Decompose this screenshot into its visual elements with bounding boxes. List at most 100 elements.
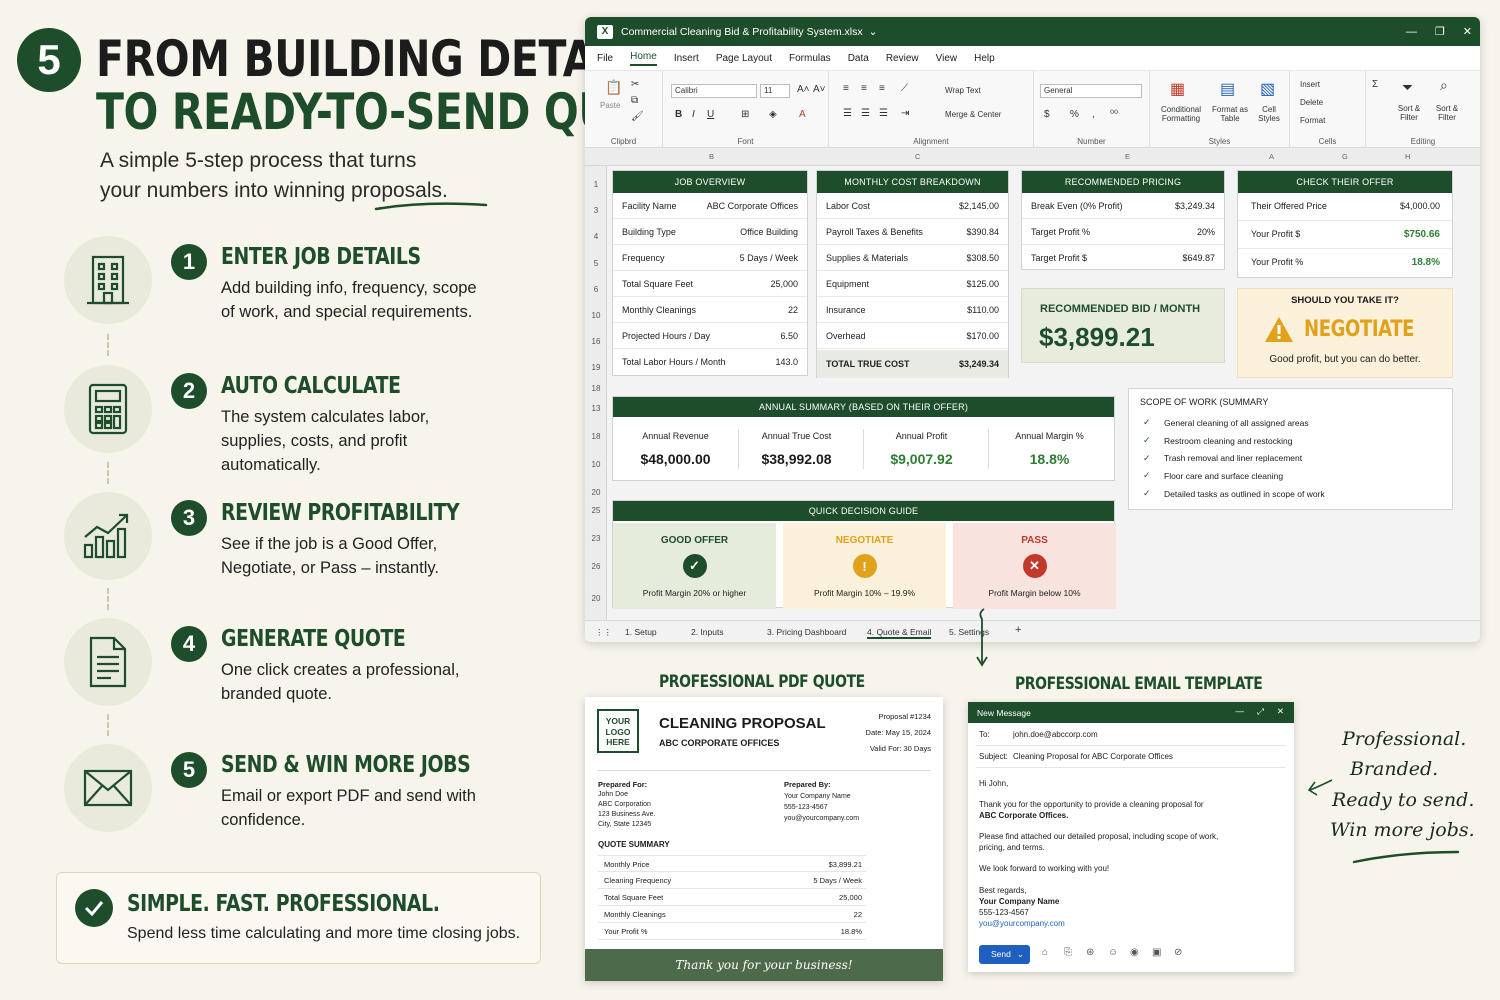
- bold-icon[interactable]: B: [675, 109, 682, 120]
- insert-cells-button[interactable]: Insert: [1300, 80, 1320, 89]
- row-value[interactable]: $4,000.00: [1400, 201, 1440, 211]
- table-row[interactable]: Supplies & Materials $308.50: [817, 245, 1008, 271]
- row-header[interactable]: 10: [585, 311, 607, 320]
- tab-pricing-dashboard[interactable]: 3. Pricing Dashboard: [767, 627, 846, 637]
- row-value[interactable]: $170.00: [966, 331, 999, 341]
- percent-icon[interactable]: %: [1070, 109, 1079, 120]
- decrease-font-icon[interactable]: A˅: [813, 84, 826, 95]
- conditional-formatting-button[interactable]: Conditional Formatting: [1156, 105, 1206, 123]
- table-row[interactable]: Payroll Taxes & Benefits $390.84: [817, 219, 1008, 245]
- column-header[interactable]: G: [1342, 152, 1348, 161]
- emoji-icon[interactable]: ☺: [1108, 947, 1118, 958]
- table-row[interactable]: Frequency 5 Days / Week: [613, 245, 807, 271]
- row-value[interactable]: $750.66: [1404, 229, 1440, 240]
- column-header[interactable]: H: [1405, 152, 1410, 161]
- send-button[interactable]: Send ⌄: [979, 945, 1030, 964]
- align-bottom-icon[interactable]: ≡: [879, 83, 885, 94]
- format-text-icon[interactable]: ⌂: [1042, 947, 1048, 958]
- email-sig-phone[interactable]: 555-123-4567: [979, 908, 1029, 917]
- row-header[interactable]: 18: [585, 384, 607, 393]
- row-value[interactable]: 18.8%: [1412, 257, 1440, 268]
- sort-filter-button[interactable]: Sort & Filter: [1392, 104, 1426, 122]
- email-sig-email[interactable]: you@yourcompany.com: [979, 919, 1065, 928]
- sort-filter-icon[interactable]: ⏷: [1402, 79, 1413, 96]
- font-color-icon[interactable]: A: [799, 109, 806, 120]
- italic-icon[interactable]: I: [692, 109, 695, 120]
- row-header[interactable]: 4: [585, 232, 607, 241]
- table-row[interactable]: Total Square Feet 25,000: [613, 271, 807, 297]
- indent-icon[interactable]: ⇥: [901, 108, 909, 119]
- row-value[interactable]: $2,145.00: [959, 201, 999, 211]
- image-icon[interactable]: ▣: [1152, 947, 1161, 958]
- menu-insert[interactable]: Insert: [674, 53, 699, 64]
- close-icon[interactable]: ✕: [1277, 706, 1284, 717]
- row-value[interactable]: Office Building: [740, 227, 798, 237]
- column-header[interactable]: B: [709, 152, 714, 161]
- menu-file[interactable]: File: [597, 53, 613, 64]
- row-value[interactable]: $3,249.34: [1175, 201, 1215, 211]
- row-value[interactable]: $649.87: [1182, 253, 1215, 263]
- align-middle-icon[interactable]: ≡: [861, 83, 867, 94]
- menu-help[interactable]: Help: [974, 53, 995, 64]
- table-row[interactable]: Your Profit % 18.8%: [1238, 249, 1452, 277]
- table-row[interactable]: Labor Cost $2,145.00: [817, 193, 1008, 219]
- row-header[interactable]: 13: [585, 404, 607, 413]
- format-painter-icon[interactable]: 🖌: [631, 111, 644, 122]
- row-value[interactable]: 22: [788, 305, 798, 315]
- table-row[interactable]: Facility Name ABC Corporate Offices: [613, 193, 807, 219]
- email-greeting[interactable]: Hi John,: [979, 779, 1008, 788]
- restore-icon[interactable]: ❐: [1435, 25, 1445, 38]
- column-header[interactable]: C: [915, 152, 920, 161]
- tab-inputs[interactable]: 2. Inputs: [691, 627, 724, 637]
- table-row[interactable]: Target Profit $ $649.87: [1022, 245, 1224, 271]
- fill-color-icon[interactable]: ◈: [769, 109, 777, 120]
- column-header[interactable]: E: [1125, 152, 1130, 161]
- minimize-icon[interactable]: —: [1236, 706, 1245, 716]
- row-value[interactable]: 20%: [1197, 227, 1215, 237]
- cell-styles-button[interactable]: Cell Styles: [1254, 105, 1284, 123]
- row-header[interactable]: 19: [585, 363, 607, 372]
- merge-center-button[interactable]: Merge & Center: [945, 110, 1001, 119]
- minimize-icon[interactable]: —: [1406, 26, 1417, 38]
- row-header[interactable]: 23: [585, 534, 607, 543]
- comma-icon[interactable]: ,: [1092, 109, 1095, 120]
- total-row[interactable]: TOTAL TRUE COST $3,249.34: [817, 350, 1008, 378]
- format-as-table-icon[interactable]: ▤: [1220, 79, 1235, 99]
- sheet-nav-icon[interactable]: ⋮⋮: [595, 627, 612, 638]
- row-header[interactable]: 5: [585, 259, 607, 268]
- chevron-down-icon[interactable]: ⌄: [1017, 945, 1024, 964]
- underline-icon[interactable]: U: [707, 109, 714, 120]
- tab-setup[interactable]: 1. Setup: [625, 627, 657, 637]
- increase-font-icon[interactable]: A˄: [797, 84, 810, 95]
- orientation-icon[interactable]: ⟋: [901, 83, 908, 94]
- table-row[interactable]: Total Labor Hours / Month 143.0: [613, 349, 807, 375]
- row-header[interactable]: 16: [585, 337, 607, 346]
- row-value[interactable]: $308.50: [966, 253, 999, 263]
- row-header[interactable]: 3: [585, 206, 607, 215]
- find-select-icon[interactable]: ⌕: [1440, 77, 1448, 94]
- align-center-icon[interactable]: ☰: [861, 108, 870, 119]
- worksheet[interactable]: B C E A G H 1 3 4 5 6 10 16 19 18 13 18 …: [585, 148, 1480, 620]
- conditional-formatting-icon[interactable]: ▦: [1170, 79, 1185, 99]
- align-top-icon[interactable]: ≡: [843, 83, 849, 94]
- email-body-line[interactable]: Please find attached our detailed propos…: [979, 832, 1218, 841]
- menu-view[interactable]: View: [936, 53, 958, 64]
- table-row[interactable]: Equipment $125.00: [817, 271, 1008, 297]
- row-value[interactable]: $110.00: [967, 305, 999, 315]
- table-row[interactable]: Building Type Office Building: [613, 219, 807, 245]
- paste-icon[interactable]: 📋: [605, 79, 622, 96]
- menu-review[interactable]: Review: [886, 53, 919, 64]
- email-body-line[interactable]: ABC Corporate Offices.: [979, 811, 1068, 820]
- title-dropdown-icon[interactable]: ⌄: [869, 26, 878, 38]
- table-row[interactable]: Monthly Cleanings 22: [613, 297, 807, 323]
- subject-field[interactable]: Cleaning Proposal for ABC Corporate Offi…: [1013, 752, 1173, 761]
- autosum-icon[interactable]: Σ: [1372, 79, 1378, 90]
- find-select-button[interactable]: Sort & Filter: [1430, 104, 1464, 122]
- email-signoff[interactable]: Best regards,: [979, 886, 1027, 895]
- close-icon[interactable]: ✕: [1463, 25, 1472, 38]
- add-sheet-icon[interactable]: +: [1015, 624, 1021, 636]
- column-header[interactable]: A: [1269, 152, 1274, 161]
- format-as-table-button[interactable]: Format as Table: [1210, 105, 1250, 123]
- total-value[interactable]: $3,249.34: [959, 359, 999, 369]
- wrap-text-button[interactable]: Wrap Text: [945, 86, 981, 95]
